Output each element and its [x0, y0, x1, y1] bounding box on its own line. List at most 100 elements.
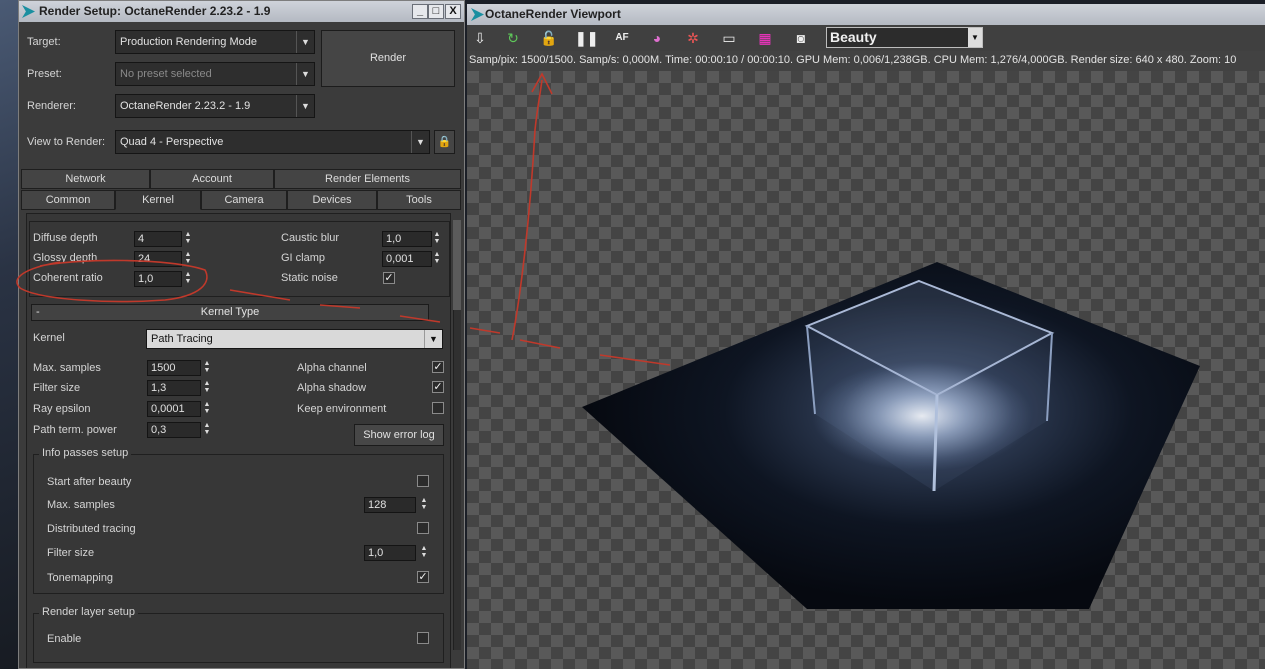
region-icon[interactable]: ▭ — [719, 28, 739, 48]
gi-clamp-spinner[interactable]: ▲ ▼ — [432, 251, 442, 267]
chevron-down-icon: ▼ — [968, 28, 982, 47]
diffuse-depth-input[interactable]: 4 — [134, 231, 182, 247]
tab-camera[interactable]: Camera — [201, 190, 287, 210]
coherent-ratio-input[interactable]: 1,0 — [134, 271, 182, 287]
alpha-shadow-checkbox[interactable]: ✓ — [432, 381, 444, 393]
lock-icon[interactable]: 🔓 — [539, 28, 559, 48]
static-noise-checkbox[interactable]: ✓ — [383, 272, 395, 284]
caustic-blur-spinner[interactable]: ▲ ▼ — [432, 231, 442, 247]
distributed-tracing-checkbox[interactable] — [417, 522, 429, 534]
caustic-blur-input[interactable]: 1,0 — [382, 231, 432, 247]
lock-icon: 🔒 — [437, 136, 452, 148]
preset-label: Preset: — [27, 68, 62, 80]
max-samples-input[interactable]: 1500 — [147, 360, 201, 376]
path-term-power-label: Path term. power — [33, 424, 117, 436]
checkmark-icon: ✓ — [384, 272, 394, 284]
gi-clamp-input[interactable]: 0,001 — [382, 251, 432, 267]
diffuse-depth-spinner[interactable]: ▲ ▼ — [183, 231, 193, 247]
view-to-render-dropdown[interactable]: Quad 4 - Perspective ▼ — [115, 130, 430, 154]
render-setup-title: Render Setup: OctaneRender 2.23.2 - 1.9 — [39, 4, 271, 18]
tab-devices[interactable]: Devices — [287, 190, 377, 210]
close-button[interactable]: X — [445, 4, 461, 19]
static-noise-label: Static noise — [281, 272, 338, 284]
camera-icon[interactable]: ◙ — [791, 28, 811, 48]
viewport-title: OctaneRender Viewport — [485, 7, 621, 21]
render-setup-window: Render Setup: OctaneRender 2.23.2 - 1.9 … — [18, 0, 465, 669]
render-setup-titlebar[interactable]: Render Setup: OctaneRender 2.23.2 - 1.9 … — [19, 1, 464, 22]
enable-checkbox[interactable] — [417, 632, 429, 644]
tab-render-elements[interactable]: Render Elements — [274, 169, 461, 189]
checkmark-icon: ✓ — [433, 381, 443, 393]
path-term-power-spinner[interactable]: ▲ ▼ — [202, 422, 212, 438]
start-after-beauty-checkbox[interactable] — [417, 475, 429, 487]
info-max-samples-label: Max. samples — [47, 499, 115, 511]
rendered-scene — [582, 262, 1200, 609]
maximize-button[interactable]: □ — [428, 4, 444, 19]
view-to-render-label: View to Render: — [27, 136, 106, 148]
minimize-button[interactable]: _ — [412, 4, 428, 19]
color-picker-icon[interactable]: ◕ — [647, 28, 667, 48]
info-max-samples-input[interactable]: 128 — [364, 497, 416, 513]
filter-size-label: Filter size — [33, 382, 81, 394]
panel-scrollbar-thumb[interactable] — [453, 220, 461, 310]
keep-environment-checkbox[interactable] — [432, 402, 444, 414]
renderer-value: OctaneRender 2.23.2 - 1.9 — [120, 100, 251, 112]
distributed-tracing-label: Distributed tracing — [47, 523, 136, 535]
tab-kernel[interactable]: Kernel — [115, 190, 201, 210]
kernel-label: Kernel — [33, 332, 65, 344]
octane-logo-icon — [22, 5, 35, 18]
glossy-depth-input[interactable]: 24 — [134, 251, 182, 267]
collapse-icon[interactable]: - — [36, 305, 40, 320]
view-to-render-value: Quad 4 - Perspective — [120, 136, 224, 148]
glossy-depth-spinner[interactable]: ▲ ▼ — [183, 251, 193, 267]
filter-size-spinner[interactable]: ▲ ▼ — [202, 380, 212, 396]
coherent-ratio-label: Coherent ratio — [33, 272, 103, 284]
start-after-beauty-label: Start after beauty — [47, 476, 132, 488]
info-filter-size-label: Filter size — [47, 547, 95, 559]
af-focus-icon[interactable]: AF — [612, 28, 632, 48]
info-max-samples-spinner[interactable]: ▲ ▼ — [419, 497, 429, 513]
octane-logo-icon — [471, 8, 484, 21]
alpha-shadow-label: Alpha shadow — [297, 382, 367, 394]
keep-environment-label: Keep environment — [297, 403, 387, 415]
path-term-power-input[interactable]: 0,3 — [147, 422, 201, 438]
tab-account[interactable]: Account — [150, 169, 274, 189]
material-picker-icon[interactable]: ✲ — [683, 28, 703, 48]
coherent-ratio-spinner[interactable]: ▲ ▼ — [183, 271, 193, 287]
pause-icon[interactable]: ❚❚ — [575, 28, 598, 48]
target-label: Target: — [27, 36, 61, 48]
target-value: Production Rendering Mode — [120, 36, 257, 48]
tonemapping-label: Tonemapping — [47, 572, 114, 584]
render-canvas[interactable] — [467, 71, 1265, 669]
render-layer-title: Render layer setup — [39, 606, 138, 618]
filter-size-input[interactable]: 1,3 — [147, 380, 201, 396]
show-error-log-button[interactable]: Show error log — [354, 424, 444, 446]
tab-tools[interactable]: Tools — [377, 190, 461, 210]
kernel-type-title: Kernel Type — [200, 306, 260, 318]
checkmark-icon: ✓ — [418, 571, 428, 583]
kernel-dropdown[interactable]: Path Tracing ▼ — [146, 329, 443, 349]
chevron-down-icon: ▼ — [296, 95, 314, 117]
gi-clamp-label: GI clamp — [281, 252, 326, 264]
render-pass-select[interactable]: Beauty ▼ — [826, 27, 983, 48]
render-button[interactable]: Render — [321, 30, 455, 87]
lock-view-button[interactable]: 🔒 — [434, 130, 455, 154]
kernel-type-rollout-header[interactable]: - Kernel Type — [31, 304, 429, 321]
tab-network[interactable]: Network — [21, 169, 150, 189]
tonemapping-checkbox[interactable]: ✓ — [417, 571, 429, 583]
max-samples-spinner[interactable]: ▲ ▼ — [202, 360, 212, 376]
renderer-dropdown[interactable]: OctaneRender 2.23.2 - 1.9 ▼ — [115, 94, 315, 118]
info-filter-size-spinner[interactable]: ▲ ▼ — [419, 545, 429, 561]
save-icon[interactable]: ⇩ — [470, 28, 490, 48]
render-stats-bar: Samp/pix: 1500/1500. Samp/s: 0,000M. Tim… — [467, 51, 1265, 71]
target-dropdown[interactable]: Production Rendering Mode ▼ — [115, 30, 315, 54]
ray-epsilon-input[interactable]: 0,0001 — [147, 401, 201, 417]
info-filter-size-input[interactable]: 1,0 — [364, 545, 416, 561]
viewport-titlebar[interactable]: OctaneRender Viewport — [467, 4, 1265, 25]
film-region-icon[interactable]: ▦ — [755, 28, 775, 48]
restart-icon[interactable]: ↻ — [503, 28, 523, 48]
tab-common[interactable]: Common — [21, 190, 115, 210]
preset-dropdown[interactable]: No preset selected ▼ — [115, 62, 315, 86]
ray-epsilon-spinner[interactable]: ▲ ▼ — [202, 401, 212, 417]
alpha-channel-checkbox[interactable]: ✓ — [432, 361, 444, 373]
